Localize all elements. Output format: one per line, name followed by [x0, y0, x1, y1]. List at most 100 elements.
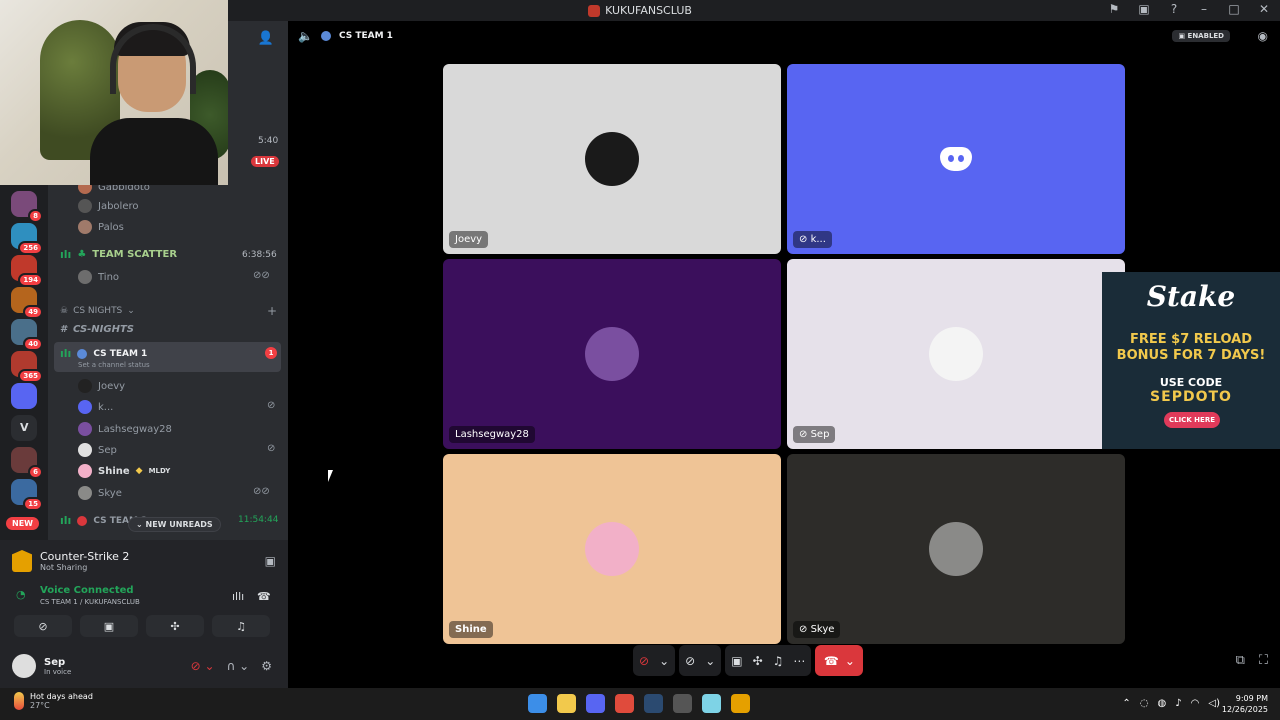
- voice-member-lashsegway28[interactable]: Lashsegway28: [78, 422, 172, 436]
- voice-member-k[interactable]: k...: [78, 400, 113, 414]
- chevron-down-icon[interactable]: ⌄: [659, 654, 669, 668]
- voice-member-shine[interactable]: Shine ◆ MLDY: [78, 464, 170, 478]
- chevron-down-icon[interactable]: ⌄: [845, 654, 855, 668]
- enabled-pill[interactable]: ▣ ENABLED: [1172, 30, 1230, 42]
- activities-icon[interactable]: ✣: [753, 654, 763, 668]
- voice-member-joevy[interactable]: Joevy: [78, 379, 125, 393]
- noise-suppression-icon[interactable]: ıllı: [232, 590, 244, 603]
- voice-member[interactable]: Palos: [78, 220, 124, 234]
- chevron-down-icon: ⌄: [127, 306, 135, 316]
- username[interactable]: Sep: [44, 657, 71, 668]
- clock[interactable]: 9:09 PM 12/26/2025: [1222, 693, 1268, 715]
- popout-icon[interactable]: ⧉: [1236, 653, 1245, 668]
- voice-channel-cs-team-1[interactable]: ılı CS TEAM 1: [60, 347, 147, 360]
- steam-icon[interactable]: [644, 694, 663, 713]
- speaker-muted-icon[interactable]: 🔈: [298, 29, 313, 43]
- ad-cta-button[interactable]: CLICK HERE: [1164, 412, 1220, 428]
- add-channel-icon[interactable]: +: [267, 304, 277, 318]
- voice-member-skye[interactable]: Skye: [78, 486, 122, 500]
- window-title-text: KUKUFANSCLUB: [605, 4, 692, 17]
- share-screen-icon[interactable]: ▣: [265, 554, 276, 568]
- voice-duration: 11:54:44: [238, 515, 279, 525]
- camera-off-icon[interactable]: ⊘: [685, 654, 695, 668]
- stake-ad-banner[interactable]: Stake FREE $7 RELOAD BONUS FOR 7 DAYS! US…: [1102, 272, 1280, 449]
- help-icon[interactable]: ?: [1166, 2, 1182, 16]
- new-unreads-pill[interactable]: ⌄ NEW UNREADS: [128, 517, 221, 532]
- globe-icon: [320, 31, 331, 41]
- participant-tile-lashsegway28[interactable]: Lashsegway28: [443, 259, 781, 449]
- wifi-icon[interactable]: ◠: [1191, 698, 1200, 709]
- voice-channel-icon: ılı: [60, 248, 72, 261]
- category-cs-nights[interactable]: ☠ CS NIGHTS ⌄: [60, 306, 135, 316]
- obs-icon[interactable]: [673, 694, 692, 713]
- soundboard-icon[interactable]: ♫: [773, 654, 784, 668]
- microphone-icon[interactable]: ♪: [1175, 698, 1181, 709]
- skull-icon: ☠: [60, 306, 69, 316]
- voice-member[interactable]: Tino: [78, 270, 119, 284]
- avatar[interactable]: [12, 654, 36, 678]
- maximize-icon[interactable]: □: [1226, 2, 1242, 16]
- participant-tile-sep[interactable]: ⊘ Sep: [787, 259, 1125, 449]
- channel-status-hint[interactable]: Set a channel status: [78, 361, 150, 369]
- discord-server-icon[interactable]: [11, 383, 37, 409]
- voice-channel-team-scatter[interactable]: ılı ♣ TEAM SCATTER: [60, 248, 177, 261]
- participant-tile-skye[interactable]: ⊘ Skye: [787, 454, 1125, 644]
- activities-button[interactable]: ✣: [146, 615, 204, 637]
- file-explorer-icon[interactable]: [557, 694, 576, 713]
- discord-icon[interactable]: [586, 694, 605, 713]
- weather-widget[interactable]: Hot days ahead 27°C: [14, 692, 93, 710]
- share-screen-button[interactable]: ▣: [80, 615, 138, 637]
- voice-duration: 5:40: [258, 136, 279, 146]
- participant-tile-k[interactable]: ⊘ k...: [787, 64, 1125, 254]
- server-icon[interactable]: 256: [11, 223, 43, 255]
- close-icon[interactable]: ✕: [1256, 2, 1272, 16]
- notepad-icon[interactable]: [702, 694, 721, 713]
- add-friend-icon[interactable]: 👤: [258, 31, 274, 46]
- disconnect-icon[interactable]: ☎: [257, 590, 271, 603]
- camera-control[interactable]: ⊘ ⌄: [679, 645, 722, 676]
- voice-channel-path[interactable]: CS TEAM 1 / KUKUFANSCLUB: [40, 598, 140, 606]
- network-icon[interactable]: ◌: [1140, 698, 1149, 709]
- server-icon[interactable]: 49: [11, 287, 43, 319]
- screen-icon[interactable]: ▣: [1136, 2, 1152, 16]
- volume-icon[interactable]: ◁): [1208, 698, 1220, 709]
- voice-member-sep[interactable]: Sep: [78, 443, 117, 457]
- disconnect-button[interactable]: ☎ ⌄: [815, 645, 864, 676]
- server-letter-icon[interactable]: V: [20, 421, 29, 434]
- minimize-icon[interactable]: –: [1196, 2, 1212, 16]
- fullscreen-icon[interactable]: ⛶: [1259, 653, 1268, 668]
- settings-gear-icon[interactable]: ⚙: [261, 659, 272, 673]
- participant-tile-joevy[interactable]: Joevy: [443, 64, 781, 254]
- participant-name: ⊘ Sep: [793, 426, 836, 443]
- camera-off-button[interactable]: ⊘: [14, 615, 72, 637]
- server-icon[interactable]: 40: [11, 319, 43, 351]
- cs2-icon[interactable]: [731, 694, 750, 713]
- mic-muted-icon[interactable]: ⊘: [639, 654, 649, 668]
- flag-icon[interactable]: ⚑: [1106, 2, 1122, 16]
- voice-channel-icon: ılı: [60, 514, 72, 527]
- server-icon[interactable]: 8: [11, 191, 43, 223]
- text-channel-cs-nights[interactable]: # CS-NIGHTS: [60, 324, 134, 335]
- participant-tile-shine[interactable]: Shine: [443, 454, 781, 644]
- chevron-up-icon[interactable]: ⌃: [1122, 698, 1130, 709]
- mic-muted-icon[interactable]: ⊘ ⌄: [191, 659, 215, 673]
- voice-member[interactable]: Jabolero: [78, 199, 138, 213]
- globe-icon: [77, 515, 88, 526]
- server-icon[interactable]: 365: [11, 351, 43, 383]
- inbox-icon[interactable]: ◉: [1258, 29, 1268, 43]
- new-badge[interactable]: NEW: [6, 517, 39, 530]
- server-icon[interactable]: 6: [11, 447, 43, 479]
- steam-tray-icon[interactable]: ◍: [1158, 698, 1167, 709]
- server-icon[interactable]: 15: [11, 479, 43, 511]
- share-screen-icon[interactable]: ▣: [731, 654, 742, 668]
- mic-control[interactable]: ⊘ ⌄: [633, 645, 676, 676]
- server-icon[interactable]: 194: [11, 255, 43, 287]
- more-icon[interactable]: ⋯: [793, 654, 805, 668]
- chevron-down-icon[interactable]: ⌄: [705, 654, 715, 668]
- start-icon[interactable]: [528, 694, 547, 713]
- soundboard-button[interactable]: ♫: [212, 615, 270, 637]
- voice-connected-status[interactable]: Voice Connected: [40, 585, 134, 596]
- voice-panel: Counter-Strike 2 Not Sharing ▣ ◔ Voice C…: [0, 540, 288, 688]
- headphones-icon[interactable]: ∩ ⌄: [227, 659, 250, 673]
- chrome-icon[interactable]: [615, 694, 634, 713]
